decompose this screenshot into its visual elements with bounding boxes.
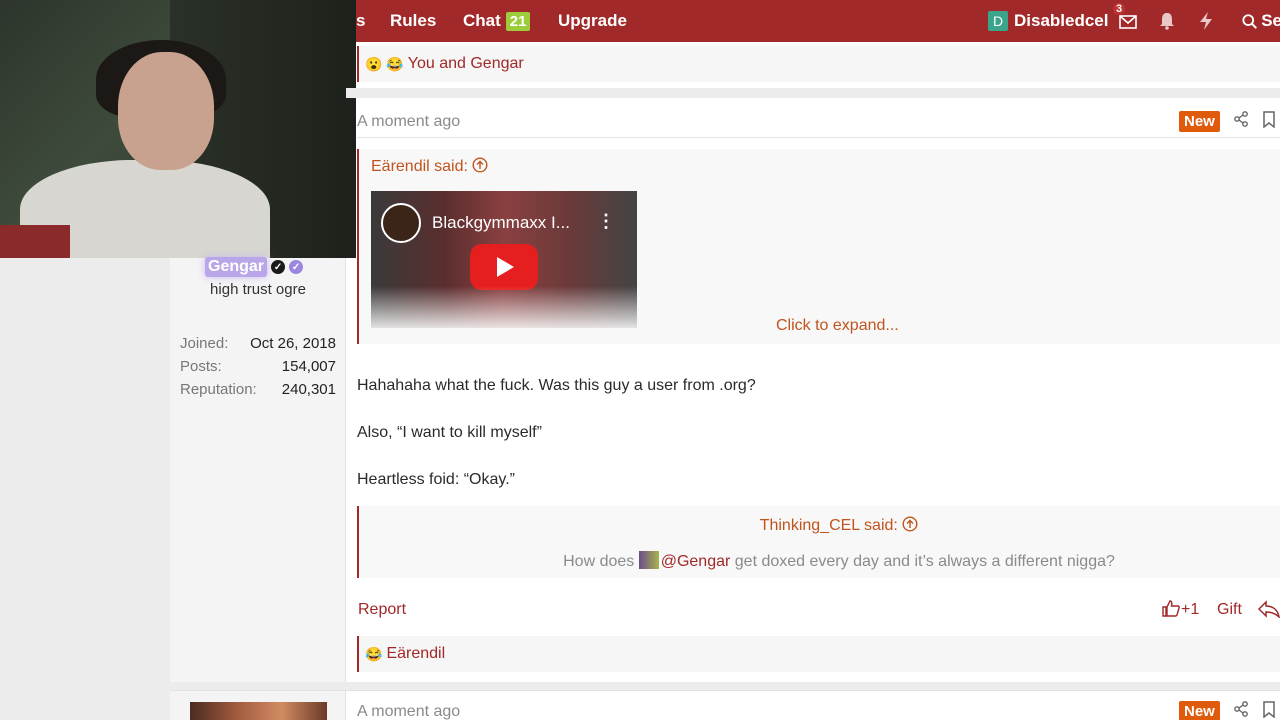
- click-to-expand-link[interactable]: Click to expand...: [776, 317, 899, 335]
- nav-search[interactable]: Se: [1242, 11, 1280, 31]
- stat-label: Joined:: [180, 335, 229, 352]
- post-timestamp[interactable]: A moment ago: [357, 113, 460, 131]
- post-next-main: [346, 690, 1280, 720]
- video-channel-avatar: [381, 203, 421, 243]
- avatar: D: [988, 11, 1008, 31]
- video-embed[interactable]: Blackgymmaxx I... ⋮: [371, 191, 637, 328]
- nav-chat-link[interactable]: Chat 21: [463, 11, 531, 31]
- verified-check-icon: ✓: [271, 260, 286, 274]
- post-timestamp[interactable]: A moment ago: [357, 703, 460, 720]
- reaction-users[interactable]: You and Gengar: [408, 55, 524, 73]
- reaction-emoji: 😂: [365, 645, 383, 662]
- reaction-emojis: 😮 😂: [365, 55, 404, 72]
- stat-label: Reputation:: [180, 381, 257, 398]
- author-username[interactable]: Gengar ✓ ✓: [205, 257, 304, 277]
- stat-label: Posts:: [180, 358, 222, 375]
- video-fade-overlay: [371, 286, 637, 328]
- quote-block: Eärendil said: Blackgymmaxx I... ⋮ Click…: [357, 149, 1280, 344]
- quote-attribution[interactable]: Thinking_CEL said:: [359, 516, 1280, 535]
- author-sidebar: [170, 258, 346, 682]
- nav-item-truncated[interactable]: s: [356, 11, 365, 31]
- avatar[interactable]: [190, 702, 327, 720]
- post-gap: [346, 88, 1280, 98]
- nav-username: Disabledcel: [1014, 11, 1109, 30]
- webcam-face: [118, 52, 214, 170]
- reply-arrow-icon[interactable]: [1257, 600, 1280, 623]
- lightning-icon[interactable]: [1196, 11, 1216, 31]
- quote-text-after: get doxed every day and it’s always a di…: [734, 553, 1115, 570]
- post-body-line: Hahahaha what the fuck. Was this guy a u…: [357, 377, 756, 394]
- bookmark-icon[interactable]: [1263, 111, 1275, 133]
- reaction-bar-post1[interactable]: 😮 😂 You and Gengar: [357, 46, 1280, 82]
- author-title: high trust ogre: [210, 281, 306, 298]
- page: s Rules Chat 21 Upgrade D Disabledcel 3 …: [0, 0, 1280, 720]
- nav-chat-label: Chat: [463, 11, 501, 30]
- header-divider: [357, 137, 1280, 138]
- inbox-count-badge: 3: [1113, 3, 1126, 15]
- quote-attribution[interactable]: Eärendil said:: [371, 157, 488, 176]
- more-vertical-icon[interactable]: ⋮: [597, 211, 615, 232]
- nav-user-menu[interactable]: D Disabledcel: [988, 11, 1109, 31]
- post-body-line: Also, “I want to kill myself”: [357, 424, 542, 441]
- search-label: Se: [1261, 11, 1280, 30]
- new-badge: New: [1179, 701, 1220, 720]
- user-mention-link[interactable]: @Gengar: [661, 553, 731, 570]
- quote-text-before: How does: [563, 553, 635, 570]
- share-icon[interactable]: [1233, 111, 1249, 132]
- search-icon: [1242, 13, 1258, 29]
- share-icon[interactable]: [1233, 701, 1249, 720]
- arrow-up-circle-icon: [472, 157, 488, 173]
- report-link[interactable]: Report: [358, 601, 406, 619]
- stat-row-reputation: Reputation: 240,301: [180, 381, 336, 404]
- gift-button[interactable]: Gift: [1217, 601, 1242, 619]
- author-name[interactable]: Gengar: [205, 257, 268, 277]
- bookmark-icon[interactable]: [1263, 701, 1275, 720]
- author-stats: Joined: Oct 26, 2018 Posts: 154,007 Repu…: [180, 335, 336, 404]
- new-badge: New: [1179, 111, 1220, 132]
- thumbs-up-icon[interactable]: [1162, 600, 1180, 622]
- bell-icon[interactable]: [1157, 11, 1177, 31]
- post-gap: [346, 682, 1280, 690]
- quote-author: Eärendil said:: [371, 158, 468, 175]
- stat-value: 240,301: [281, 381, 336, 398]
- reaction-bar-post2[interactable]: 😂 Eärendil: [357, 636, 1280, 672]
- play-icon: [497, 257, 514, 277]
- top-navbar: s Rules Chat 21 Upgrade D Disabledcel 3 …: [356, 0, 1280, 42]
- post-body-line: Heartless foid: “Okay.”: [357, 471, 515, 488]
- nav-upgrade-link[interactable]: Upgrade: [558, 11, 627, 31]
- stat-row-posts: Posts: 154,007: [180, 358, 336, 381]
- plus-one-button[interactable]: +1: [1181, 601, 1199, 619]
- inbox-icon[interactable]: 3: [1113, 3, 1138, 31]
- reaction-users[interactable]: Eärendil: [386, 645, 445, 663]
- quote-text: How does @Gengar get doxed every day and…: [359, 551, 1280, 571]
- arrow-up-circle-icon: [902, 516, 918, 532]
- trust-badge-icon: ✓: [289, 260, 304, 274]
- quote-block-secondary: Thinking_CEL said: How does @Gengar get …: [357, 506, 1280, 578]
- stat-value: Oct 26, 2018: [250, 335, 336, 352]
- webcam-sleeve: [0, 225, 70, 258]
- quote-author: Thinking_CEL said:: [759, 517, 898, 534]
- chat-count-badge: 21: [505, 11, 531, 31]
- webcam-overlay: [0, 0, 356, 258]
- video-title[interactable]: Blackgymmaxx I...: [432, 213, 570, 233]
- play-button[interactable]: [470, 244, 538, 290]
- stat-value: 154,007: [281, 358, 336, 375]
- stat-row-joined: Joined: Oct 26, 2018: [180, 335, 336, 358]
- mention-avatar: [638, 551, 659, 569]
- nav-rules-link[interactable]: Rules: [390, 11, 436, 31]
